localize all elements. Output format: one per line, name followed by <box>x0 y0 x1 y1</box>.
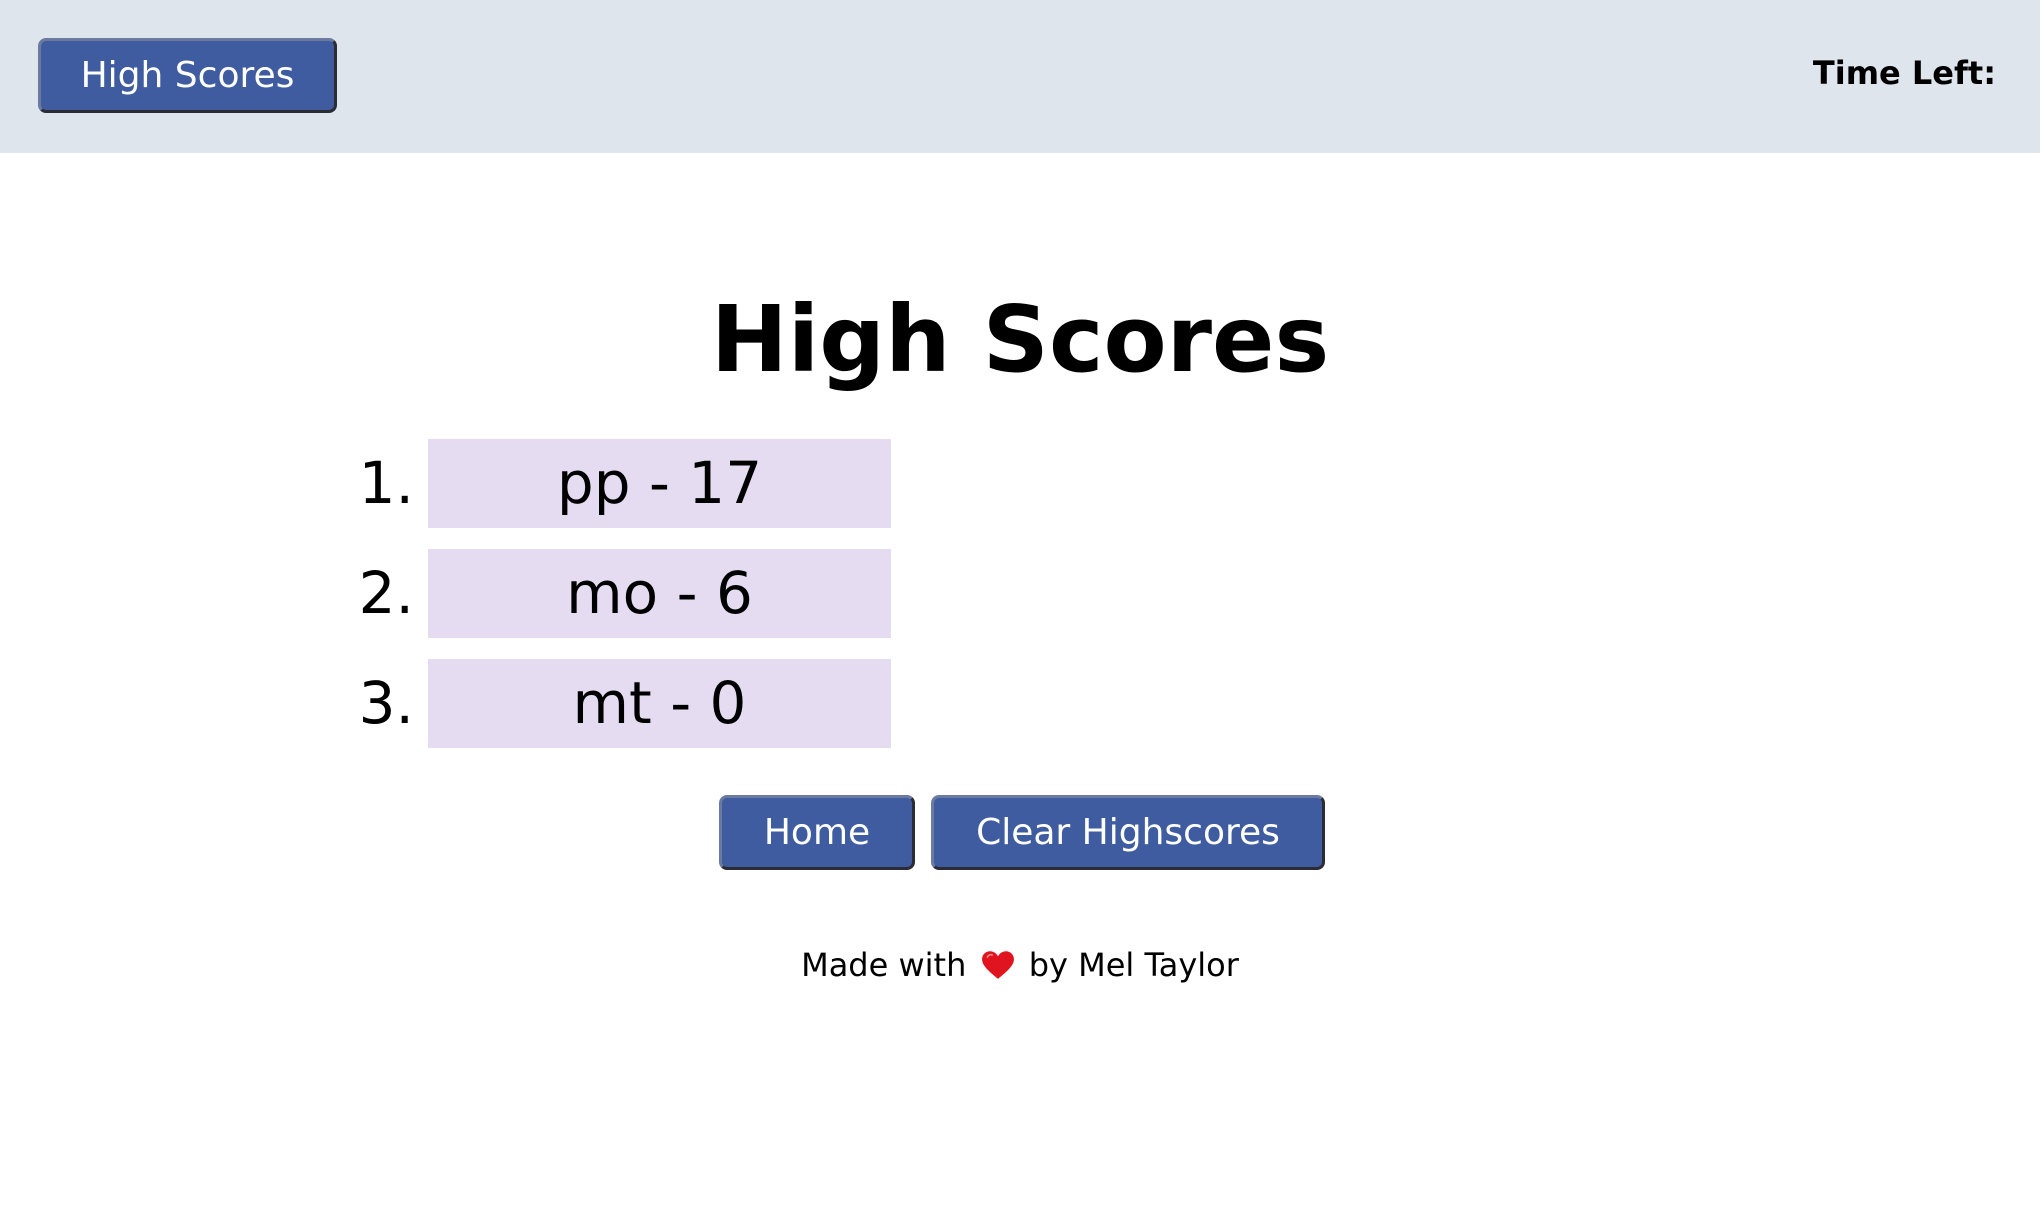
heart-icon <box>981 951 1014 979</box>
home-button[interactable]: Home <box>719 795 915 870</box>
clear-highscores-button[interactable]: Clear Highscores <box>931 795 1325 870</box>
score-row: 3. mt - 0 <box>0 659 2040 748</box>
high-scores-button[interactable]: High Scores <box>38 38 337 113</box>
score-entry: mt - 0 <box>428 659 891 748</box>
time-left-label: Time Left: <box>1812 54 1996 92</box>
score-row: 2. mo - 6 <box>0 549 2040 638</box>
score-rank: 1. <box>358 449 414 517</box>
score-entry: mo - 6 <box>428 549 891 638</box>
score-rank: 2. <box>358 559 414 627</box>
top-bar: High Scores Time Left: <box>0 0 2040 153</box>
score-row: 1. pp - 17 <box>0 439 2040 528</box>
score-entry: pp - 17 <box>428 439 891 528</box>
footer-author: by Mel Taylor <box>1028 946 1239 984</box>
page-title: High Scores <box>710 286 1330 393</box>
footer: Made with by Mel Taylor <box>0 943 2040 987</box>
score-list: 1. pp - 17 2. mo - 6 3. mt - 0 <box>0 439 2040 749</box>
score-rank: 3. <box>358 669 414 737</box>
footer-made-with: Made with <box>801 946 967 984</box>
